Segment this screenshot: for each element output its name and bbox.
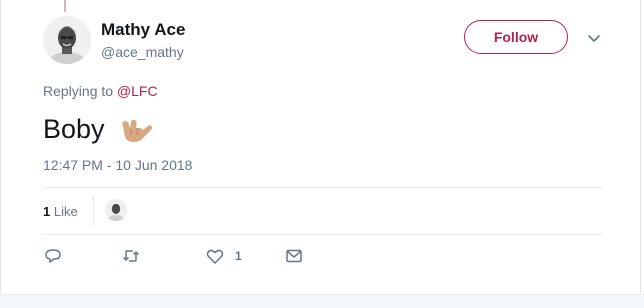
stats-separator	[93, 196, 94, 226]
thread-connector-line	[64, 0, 66, 12]
reply-icon	[45, 249, 61, 263]
retweet-button[interactable]	[121, 246, 141, 266]
likes-label: Like	[53, 204, 78, 219]
like-count: 1	[235, 249, 242, 263]
retweet-icon	[122, 250, 140, 262]
envelope-icon	[286, 249, 302, 263]
replying-mention-link[interactable]: @LFC	[117, 83, 158, 99]
profile-photo-icon	[105, 199, 127, 221]
footer-strip	[0, 294, 644, 308]
author-handle[interactable]: @ace_mathy	[101, 44, 184, 60]
likes-stat[interactable]: 1 Like	[43, 204, 78, 219]
reply-button[interactable]	[43, 246, 63, 266]
author-avatar[interactable]	[43, 16, 91, 64]
follow-button[interactable]: Follow	[464, 20, 568, 54]
chevron-down-icon	[588, 35, 600, 42]
frame-right-border	[640, 0, 641, 307]
heart-icon	[206, 249, 224, 264]
frame-left-border	[0, 0, 1, 307]
tweet-actions: 1	[43, 246, 603, 268]
tweet-body: Boby	[43, 111, 153, 147]
likes-count: 1	[43, 204, 51, 219]
tweet-stats: 1 Like	[43, 188, 603, 234]
divider-bottom	[43, 234, 603, 235]
profile-photo-icon	[43, 16, 91, 64]
like-button[interactable]: 1	[205, 246, 242, 266]
author-name[interactable]: Mathy Ace	[101, 20, 185, 40]
more-options-button[interactable]	[586, 30, 602, 46]
direct-message-button[interactable]	[284, 246, 304, 266]
liker-avatar[interactable]	[105, 199, 127, 221]
call-me-hand-emoji	[121, 119, 152, 142]
replying-to-line: Replying to @LFC	[43, 83, 158, 99]
tweet-timestamp[interactable]: 12:47 PM - 10 Jun 2018	[43, 157, 192, 173]
tweet-text: Boby	[43, 113, 105, 144]
replying-prefix: Replying to	[43, 83, 114, 99]
